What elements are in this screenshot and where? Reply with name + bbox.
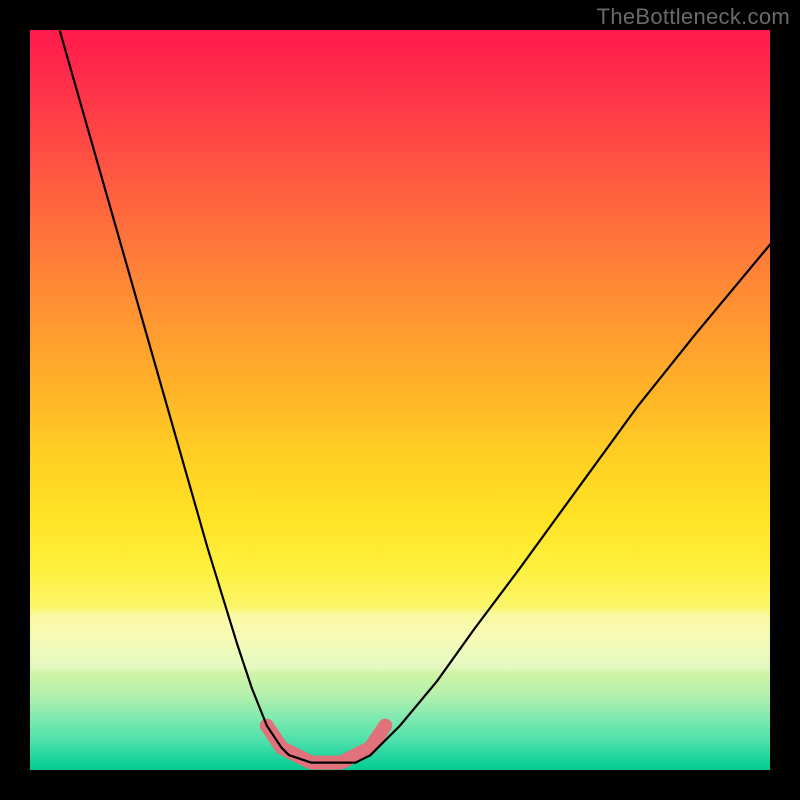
- chart-frame: TheBottleneck.com: [0, 0, 800, 800]
- curve-layer: [30, 30, 770, 770]
- bottleneck-curve: [60, 30, 770, 763]
- plot-area: [30, 30, 770, 770]
- watermark-text: TheBottleneck.com: [597, 4, 790, 30]
